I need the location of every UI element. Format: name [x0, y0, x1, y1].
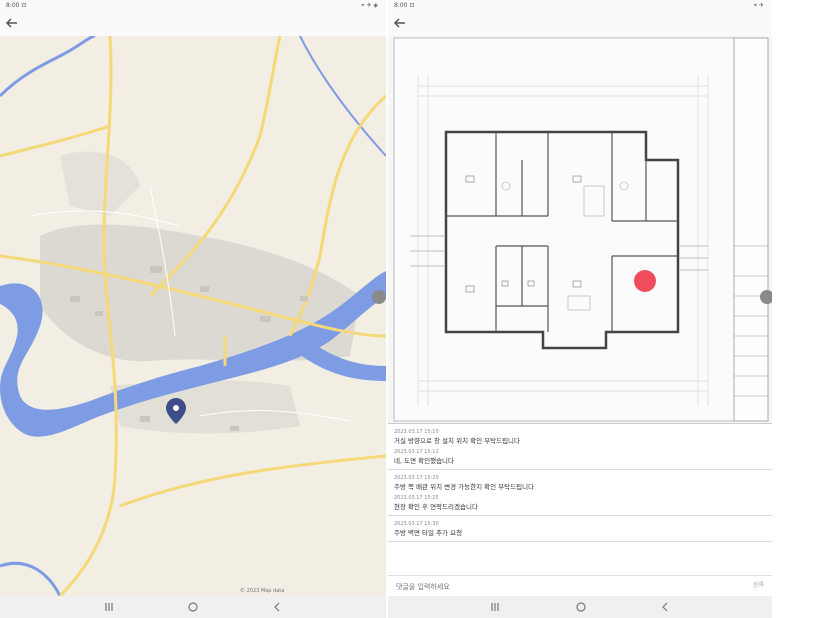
comment-item[interactable]: 2023.03.17 15:20 주방 쪽 배관 위치 변경 가능한지 확인 부… — [388, 470, 772, 516]
comment-item[interactable]: 2023.03.17 15:30 주방 벽면 타일 추가 요청 — [388, 516, 772, 542]
comment-time: 2023.03.17 15:12 — [394, 449, 439, 455]
recents-icon[interactable] — [488, 600, 502, 614]
block — [260, 316, 271, 322]
block — [200, 286, 209, 292]
app-bar — [0, 12, 386, 36]
drawing-side-handle[interactable] — [760, 290, 772, 304]
map-side-handle[interactable] — [372, 290, 386, 304]
block — [70, 296, 80, 302]
map-panel: 8:00 ⊡ ⌖ ✈ ◈ © 2023 Map data — [0, 0, 386, 618]
status-bar: 8:00 ⊡ ⌖ ✈ — [388, 0, 772, 12]
comment-time: 2023.03.17 15:20 — [394, 475, 439, 481]
system-nav-bar — [388, 596, 772, 618]
back-chevron-icon[interactable] — [270, 600, 284, 614]
comment-text: 현장 확인 후 연락드리겠습니다 — [394, 503, 478, 511]
send-button[interactable]: 등록 — [753, 580, 764, 589]
comment-marker[interactable] — [634, 270, 656, 292]
status-bar: 8:00 ⊡ ⌖ ✈ ◈ — [0, 0, 386, 12]
block — [230, 426, 239, 431]
comment-text: 네, 도면 확인했습니다 — [394, 457, 455, 465]
block — [150, 266, 162, 273]
system-nav-bar — [0, 596, 386, 618]
comment-list[interactable]: 2023.03.17 15:10 거실 방향으로 창 설치 위치 확인 부탁드립… — [388, 424, 772, 574]
status-left: 8:00 ⊡ — [6, 2, 27, 9]
floor-plan-viewer[interactable] — [388, 36, 772, 424]
comment-input-bar: 등록 — [388, 575, 772, 596]
back-chevron-icon[interactable] — [658, 600, 672, 614]
block — [300, 296, 308, 301]
home-icon[interactable] — [186, 600, 200, 614]
recents-icon[interactable] — [102, 600, 116, 614]
comment-time: 2023.03.17 15:30 — [394, 521, 439, 527]
comment-text: 거실 방향으로 창 설치 위치 확인 부탁드립니다 — [394, 437, 521, 445]
block — [140, 416, 150, 422]
status-right: ⌖ ✈ — [753, 2, 764, 9]
comment-time: 2023.03.17 15:10 — [394, 429, 439, 435]
comment-text: 주방 쪽 배관 위치 변경 가능한지 확인 부탁드립니다 — [394, 483, 535, 491]
back-arrow-icon[interactable] — [4, 15, 20, 31]
comment-input[interactable] — [394, 579, 718, 594]
app-bar — [388, 12, 772, 36]
block — [95, 311, 103, 316]
comment-item[interactable]: 2023.03.17 15:10 거실 방향으로 창 설치 위치 확인 부탁드립… — [388, 424, 772, 470]
title-block — [733, 37, 769, 422]
back-arrow-icon[interactable] — [392, 15, 408, 31]
home-icon[interactable] — [574, 600, 588, 614]
comment-text: 주방 벽면 타일 추가 요청 — [394, 529, 463, 537]
map-view[interactable] — [0, 36, 386, 596]
map-footer: © 2023 Map data — [240, 588, 285, 594]
status-right: ⌖ ✈ ◈ — [361, 2, 378, 9]
drawing-panel: 8:00 ⊡ ⌖ ✈ 2023.03.17 15:10 거실 방향으로 창 설치… — [388, 0, 772, 618]
floor-plan-drawing — [393, 37, 769, 422]
status-left: 8:00 ⊡ — [394, 2, 415, 9]
comment-time: 2023.03.17 15:25 — [394, 495, 439, 501]
